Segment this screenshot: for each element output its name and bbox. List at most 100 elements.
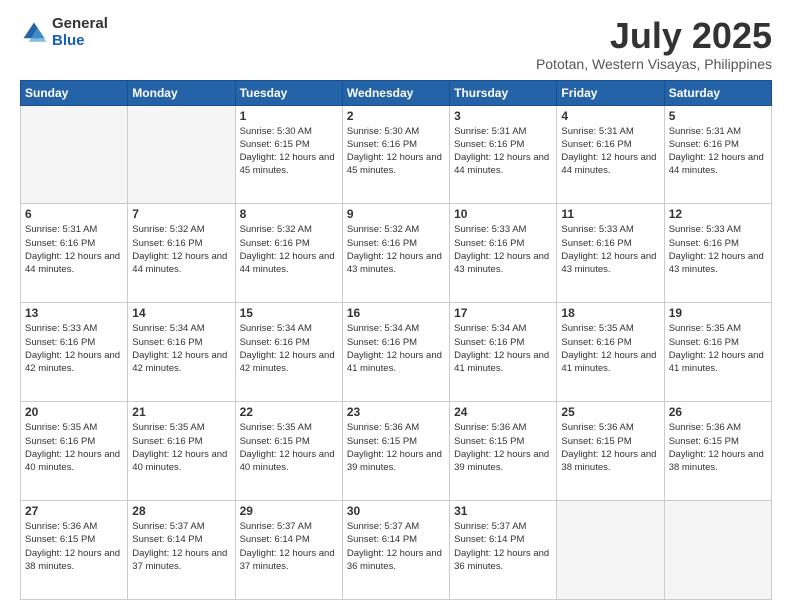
calendar-header-row: SundayMondayTuesdayWednesdayThursdayFrid… — [21, 80, 772, 105]
day-number: 24 — [454, 405, 552, 419]
day-info: Sunrise: 5:32 AMSunset: 6:16 PMDaylight:… — [347, 223, 445, 276]
calendar-cell: 25Sunrise: 5:36 AMSunset: 6:15 PMDayligh… — [557, 402, 664, 501]
main-title: July 2025 — [536, 16, 772, 56]
day-info: Sunrise: 5:34 AMSunset: 6:16 PMDaylight:… — [240, 322, 338, 375]
day-number: 18 — [561, 306, 659, 320]
day-number: 28 — [132, 504, 230, 518]
day-number: 29 — [240, 504, 338, 518]
calendar-week-row: 27 Sunrise: 5:36 AMSunset: 6:15 PMDayligh… — [21, 501, 772, 600]
calendar-cell: 7Sunrise: 5:32 AMSunset: 6:16 PMDaylight… — [128, 204, 235, 303]
day-info: Sunrise: 5:32 AMSunset: 6:16 PMDaylight:… — [240, 223, 338, 276]
day-info: Sunrise: 5:37 AMSunset: 6:14 PMDaylight:… — [454, 520, 552, 573]
day-info: Sunrise: 5:31 AMSunset: 6:16 PMDaylight:… — [561, 125, 659, 178]
calendar-week-row: 13 Sunrise: 5:33 AMSunset: 6:16 PMDayligh… — [21, 303, 772, 402]
calendar-table: SundayMondayTuesdayWednesdayThursdayFrid… — [20, 80, 772, 600]
calendar-cell: 28Sunrise: 5:37 AMSunset: 6:14 PMDayligh… — [128, 501, 235, 600]
day-info: Sunrise: 5:36 AMSunset: 6:15 PMDaylight:… — [454, 421, 552, 474]
day-number: 25 — [561, 405, 659, 419]
day-info: Sunrise: 5:34 AMSunset: 6:16 PMDaylight:… — [132, 322, 230, 375]
day-info: Sunrise: 5:36 AMSunset: 6:15 PMDaylight:… — [25, 520, 123, 573]
calendar-cell: 3 Sunrise: 5:31 AMSunset: 6:16 PMDaylight… — [450, 105, 557, 204]
day-number: 12 — [669, 207, 767, 221]
calendar-day-header: Saturday — [664, 80, 771, 105]
page: General Blue July 2025 Pototan, Western … — [0, 0, 792, 612]
day-number: 26 — [669, 405, 767, 419]
title-area: July 2025 Pototan, Western Visayas, Phil… — [536, 16, 772, 72]
day-info: Sunrise: 5:32 AMSunset: 6:16 PMDaylight:… — [132, 223, 230, 276]
calendar-day-header: Monday — [128, 80, 235, 105]
logo-icon — [20, 19, 48, 47]
calendar-cell: 27 Sunrise: 5:36 AMSunset: 6:15 PMDayligh… — [21, 501, 128, 600]
day-number: 8 — [240, 207, 338, 221]
day-number: 6 — [25, 207, 123, 221]
day-info: Sunrise: 5:36 AMSunset: 6:15 PMDaylight:… — [669, 421, 767, 474]
calendar-week-row: 1Sunrise: 5:30 AMSunset: 6:15 PMDaylight… — [21, 105, 772, 204]
day-info: Sunrise: 5:31 AMSunset: 6:16 PMDaylight:… — [454, 125, 552, 178]
day-number: 2 — [347, 109, 445, 123]
day-number: 11 — [561, 207, 659, 221]
calendar-cell: 29 Sunrise: 5:37 AMSunset: 6:14 PMDayligh… — [235, 501, 342, 600]
calendar-cell — [128, 105, 235, 204]
day-info: Sunrise: 5:35 AMSunset: 6:16 PMDaylight:… — [25, 421, 123, 474]
day-number: 15 — [240, 306, 338, 320]
calendar-cell: 11 Sunrise: 5:33 AMSunset: 6:16 PMDayligh… — [557, 204, 664, 303]
day-info: Sunrise: 5:33 AMSunset: 6:16 PMDaylight:… — [25, 322, 123, 375]
day-number: 13 — [25, 306, 123, 320]
calendar-cell — [557, 501, 664, 600]
calendar-cell: 26 Sunrise: 5:36 AMSunset: 6:15 PMDayligh… — [664, 402, 771, 501]
day-number: 30 — [347, 504, 445, 518]
calendar-cell: 10 Sunrise: 5:33 AMSunset: 6:16 PMDayligh… — [450, 204, 557, 303]
logo: General Blue — [20, 16, 108, 49]
calendar-cell: 1Sunrise: 5:30 AMSunset: 6:15 PMDaylight… — [235, 105, 342, 204]
calendar-cell: 23Sunrise: 5:36 AMSunset: 6:15 PMDayligh… — [342, 402, 449, 501]
day-info: Sunrise: 5:33 AMSunset: 6:16 PMDaylight:… — [561, 223, 659, 276]
calendar-cell: 31Sunrise: 5:37 AMSunset: 6:14 PMDayligh… — [450, 501, 557, 600]
day-info: Sunrise: 5:34 AMSunset: 6:16 PMDaylight:… — [454, 322, 552, 375]
day-number: 3 — [454, 109, 552, 123]
day-info: Sunrise: 5:37 AMSunset: 6:14 PMDaylight:… — [347, 520, 445, 573]
calendar-day-header: Sunday — [21, 80, 128, 105]
day-number: 19 — [669, 306, 767, 320]
day-info: Sunrise: 5:33 AMSunset: 6:16 PMDaylight:… — [454, 223, 552, 276]
day-info: Sunrise: 5:35 AMSunset: 6:16 PMDaylight:… — [561, 322, 659, 375]
calendar-cell: 22 Sunrise: 5:35 AMSunset: 6:15 PMDayligh… — [235, 402, 342, 501]
day-number: 14 — [132, 306, 230, 320]
calendar-day-header: Thursday — [450, 80, 557, 105]
day-info: Sunrise: 5:37 AMSunset: 6:14 PMDaylight:… — [240, 520, 338, 573]
day-number: 1 — [240, 109, 338, 123]
day-number: 21 — [132, 405, 230, 419]
header: General Blue July 2025 Pototan, Western … — [20, 16, 772, 72]
calendar-cell: 6 Sunrise: 5:31 AMSunset: 6:16 PMDaylight… — [21, 204, 128, 303]
day-number: 27 — [25, 504, 123, 518]
calendar-day-header: Wednesday — [342, 80, 449, 105]
calendar-cell: 12 Sunrise: 5:33 AMSunset: 6:16 PMDayligh… — [664, 204, 771, 303]
calendar-cell: 14 Sunrise: 5:34 AMSunset: 6:16 PMDayligh… — [128, 303, 235, 402]
calendar-week-row: 6 Sunrise: 5:31 AMSunset: 6:16 PMDaylight… — [21, 204, 772, 303]
calendar-cell: 9 Sunrise: 5:32 AMSunset: 6:16 PMDaylight… — [342, 204, 449, 303]
day-number: 9 — [347, 207, 445, 221]
day-number: 10 — [454, 207, 552, 221]
calendar-cell — [664, 501, 771, 600]
day-info: Sunrise: 5:35 AMSunset: 6:16 PMDaylight:… — [132, 421, 230, 474]
day-info: Sunrise: 5:31 AMSunset: 6:16 PMDaylight:… — [25, 223, 123, 276]
day-info: Sunrise: 5:33 AMSunset: 6:16 PMDaylight:… — [669, 223, 767, 276]
day-number: 22 — [240, 405, 338, 419]
calendar-cell: 20 Sunrise: 5:35 AMSunset: 6:16 PMDayligh… — [21, 402, 128, 501]
logo-general: General — [52, 16, 108, 33]
day-info: Sunrise: 5:35 AMSunset: 6:15 PMDaylight:… — [240, 421, 338, 474]
day-info: Sunrise: 5:31 AMSunset: 6:16 PMDaylight:… — [669, 125, 767, 178]
calendar-cell: 21 Sunrise: 5:35 AMSunset: 6:16 PMDayligh… — [128, 402, 235, 501]
calendar-week-row: 20 Sunrise: 5:35 AMSunset: 6:16 PMDayligh… — [21, 402, 772, 501]
day-info: Sunrise: 5:35 AMSunset: 6:16 PMDaylight:… — [669, 322, 767, 375]
calendar-cell: 2 Sunrise: 5:30 AMSunset: 6:16 PMDaylight… — [342, 105, 449, 204]
day-info: Sunrise: 5:34 AMSunset: 6:16 PMDaylight:… — [347, 322, 445, 375]
calendar-day-header: Friday — [557, 80, 664, 105]
calendar-cell: 19 Sunrise: 5:35 AMSunset: 6:16 PMDayligh… — [664, 303, 771, 402]
calendar-cell: 8 Sunrise: 5:32 AMSunset: 6:16 PMDaylight… — [235, 204, 342, 303]
calendar-cell — [21, 105, 128, 204]
day-number: 16 — [347, 306, 445, 320]
day-number: 20 — [25, 405, 123, 419]
day-info: Sunrise: 5:30 AMSunset: 6:16 PMDaylight:… — [347, 125, 445, 178]
day-number: 4 — [561, 109, 659, 123]
logo-text: General Blue — [52, 16, 108, 49]
